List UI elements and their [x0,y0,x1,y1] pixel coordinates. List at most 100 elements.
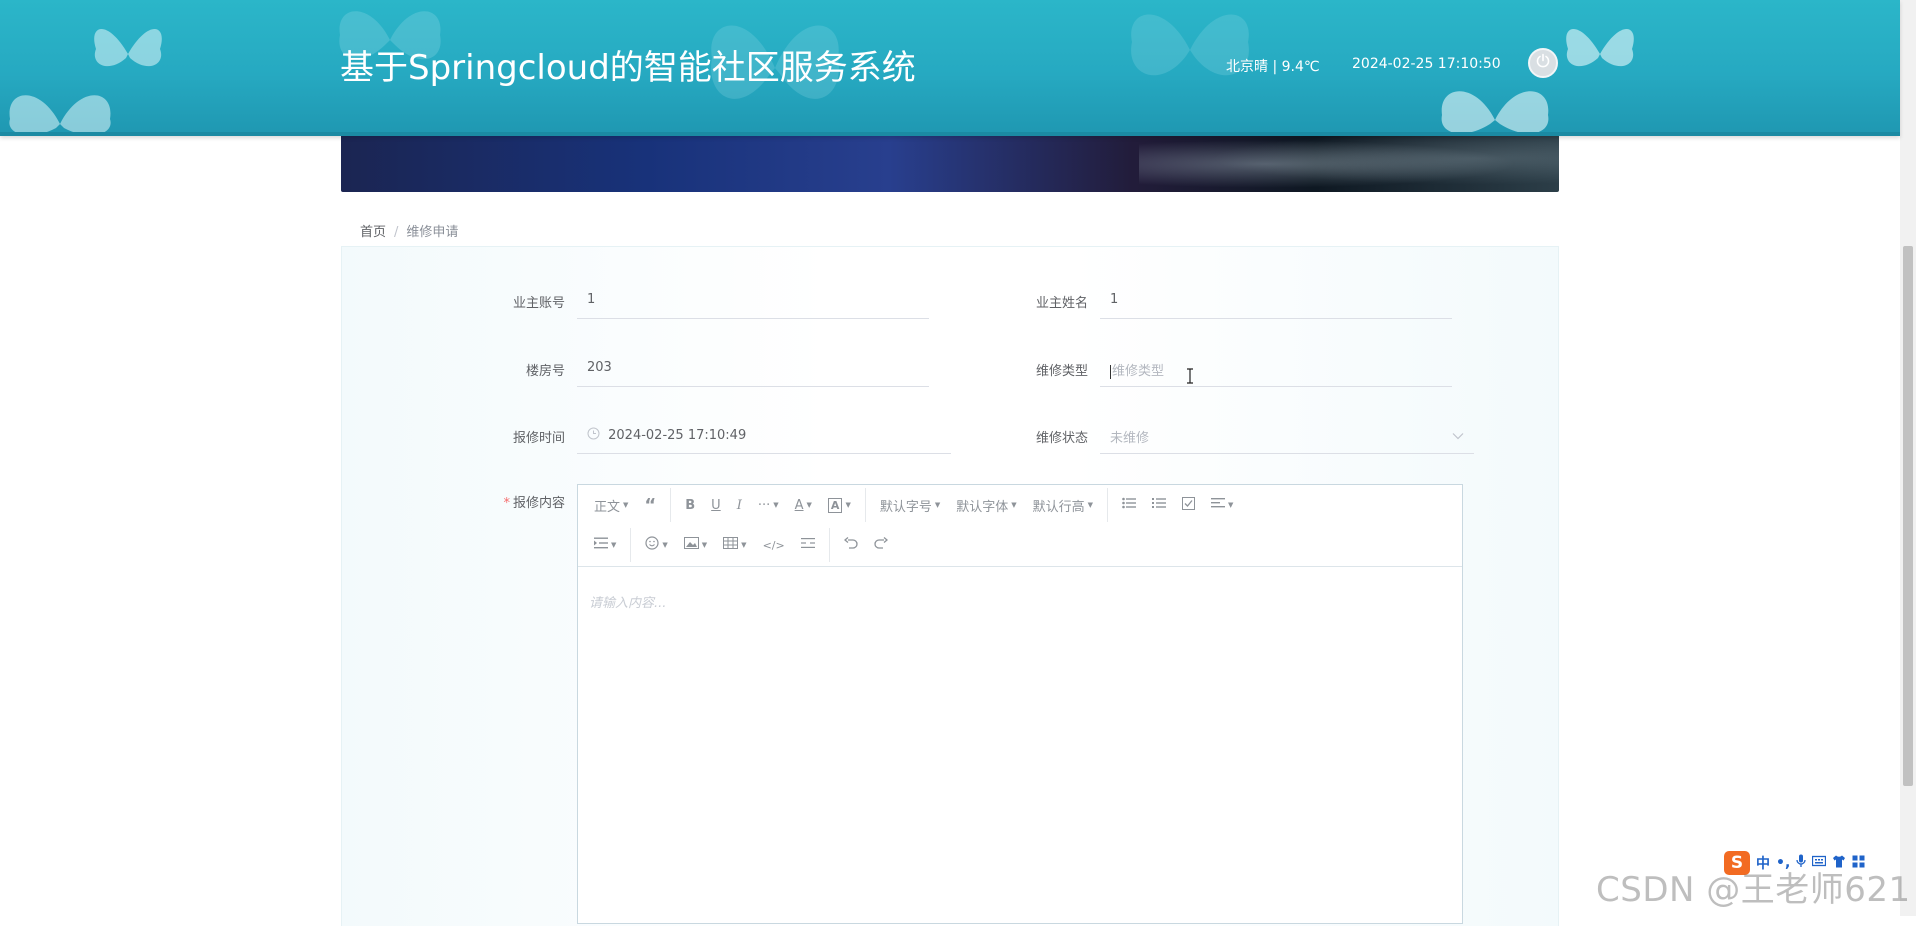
required-mark: * [503,496,510,511]
underline-icon: U [711,497,721,513]
report-time-label: 报修时间 [512,431,565,446]
breadcrumb-home[interactable]: 首页 [360,225,386,240]
bulleted-list-icon [1122,497,1137,513]
dropdown-caret-icon: ▼ [701,541,708,549]
repair-type-placeholder: 维修类型 [1112,364,1165,379]
top-header: 基于Springcloud的智能社区服务系统 北京晴 | 9.4℃ 2024-0… [0,0,1900,136]
font-size-label: 默认字号 [879,499,932,515]
table-dropdown[interactable]: ▼ [715,530,754,560]
font-color-icon: A [794,497,804,513]
bold-button[interactable]: B [677,490,703,520]
horizontal-rule-icon [800,537,815,553]
toolbar-divider [630,528,632,562]
indent-icon [594,537,608,553]
more-styles-dropdown[interactable]: ··· ▼ [750,490,787,520]
align-left-icon [1211,497,1226,513]
power-icon [1535,53,1551,73]
dropdown-caret-icon: ▼ [1228,501,1234,509]
blockquote-button[interactable]: “ [636,490,664,520]
bulleted-list-button[interactable] [1114,490,1144,520]
paragraph-style-dropdown[interactable]: 正文 ▼ [586,490,636,520]
dropdown-caret-icon: ▼ [773,501,779,509]
font-family-dropdown[interactable]: 默认字体 ▼ [948,490,1024,520]
banner-image [341,136,1559,192]
image-icon [683,537,699,553]
editor-toolbar: 正文 ▼ “ B U I ··· ▼ A ▼ A ▼ 默认字号 ▼ 默认字体 ▼ 默认行高 ▼… [578,485,1462,567]
redo-icon [874,537,888,553]
dropdown-caret-icon: ▼ [741,541,747,549]
breadcrumb-current: 维修申请 [406,225,459,240]
dropdown-caret-icon: ▼ [623,501,629,509]
line-height-dropdown[interactable]: 默认行高 ▼ [1025,490,1101,520]
butterfly-decoration-icon [88,14,168,94]
repair-type-label: 维修类型 [1035,364,1088,379]
butterfly-decoration-icon [1120,0,1260,100]
table-icon [723,537,739,553]
repair-status-label: 维修状态 [1035,431,1088,446]
weather-info: 北京晴 | 9.4℃ [1226,59,1320,75]
undo-button[interactable] [836,530,866,560]
toolbar-row-1: 正文 ▼ “ B U I ··· ▼ A ▼ A ▼ 默认字号 ▼ 默认字体 ▼ 默认行高 ▼… [586,485,1241,525]
owner-name-label: 业主姓名 [1035,296,1088,311]
watermark: CSDN @王老师621 [1596,870,1911,910]
scrollbar-thumb[interactable] [1903,246,1913,786]
font-size-dropdown[interactable]: 默认字号 ▼ [872,490,948,520]
owner-account-label: 业主账号 [512,296,565,311]
divider-button[interactable] [793,530,823,560]
checkbox-icon [1182,496,1196,514]
code-button[interactable]: </> [755,530,793,560]
code-icon: </> [762,538,785,552]
dropdown-caret-icon: ▼ [662,541,668,549]
report-time-value: 2024-02-25 17:10:49 [608,428,747,443]
butterfly-decoration-icon [1560,14,1640,94]
emoji-dropdown[interactable]: ▼ [637,530,675,560]
background-color-icon: A [827,497,843,513]
toolbar-divider [1107,488,1109,522]
align-dropdown[interactable]: ▼ [1203,490,1241,520]
report-time-picker[interactable]: 2024-02-25 17:10:49 [577,418,951,454]
butterfly-decoration-icon [1430,80,1560,136]
more-icon: ··· [757,497,771,513]
building-no-label: 楼房号 [525,364,565,379]
content-label-text: 报修内容 [512,496,565,511]
dropdown-caret-icon: ▼ [806,501,812,509]
toolbar-divider [828,528,830,562]
paragraph-style-label: 正文 [594,499,621,515]
numbered-list-button[interactable] [1144,490,1174,520]
undo-icon [843,537,858,553]
building-no-input[interactable]: 203 [577,351,929,387]
toolbar-divider [864,488,866,522]
rich-text-editor: 正文 ▼ “ B U I ··· ▼ A ▼ A ▼ 默认字号 ▼ 默认字体 ▼ 默认行高 ▼… [577,484,1463,924]
text-caret [1110,364,1111,379]
dropdown-caret-icon: ▼ [611,541,617,549]
italic-button[interactable]: I [729,490,750,520]
emoji-icon [645,536,659,554]
repair-status-select[interactable]: 未维修 [1100,418,1474,454]
editor-placeholder: 请输入内容... [589,596,667,611]
current-datetime: 2024-02-25 17:10:50 [1352,56,1501,72]
redo-button[interactable] [866,530,896,560]
toolbar-divider [670,488,672,522]
content-label: * 报修内容 [455,492,565,511]
underline-button[interactable]: U [703,490,729,520]
site-title: 基于Springcloud的智能社区服务系统 [340,48,916,88]
dropdown-caret-icon: ▼ [934,501,941,509]
repair-type-input[interactable]: 维修类型 [1100,351,1452,387]
text-cursor-icon [1186,368,1194,388]
todo-checkbox-button[interactable] [1174,490,1203,520]
owner-account-input[interactable]: 1 [577,283,929,319]
repair-status-value: 未维修 [1110,431,1150,446]
quote-icon: “ [644,494,657,516]
line-height-label: 默认行高 [1032,499,1085,515]
dropdown-caret-icon: ▼ [1011,501,1017,509]
font-color-dropdown[interactable]: A ▼ [787,490,820,520]
background-color-dropdown[interactable]: A ▼ [820,490,859,520]
image-dropdown[interactable]: ▼ [676,530,715,560]
logout-button[interactable] [1528,48,1558,78]
dropdown-caret-icon: ▼ [1087,501,1094,509]
editor-content-area[interactable]: 请输入内容... [578,568,1462,923]
owner-name-input[interactable]: 1 [1100,283,1452,319]
indent-dropdown[interactable]: ▼ [586,530,624,560]
bold-icon: B [685,497,696,513]
dropdown-caret-icon: ▼ [845,501,851,509]
